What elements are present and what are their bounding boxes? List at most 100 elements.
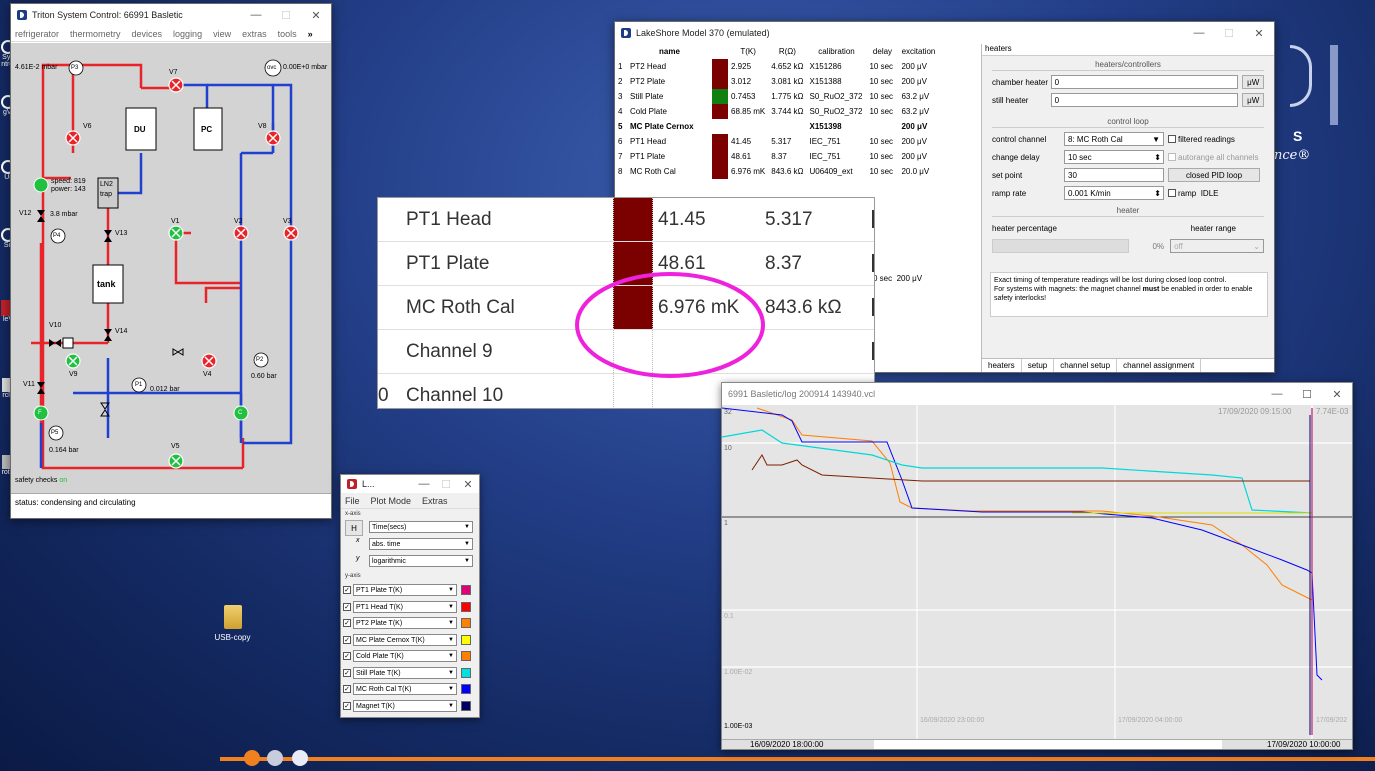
series-select[interactable]: Still Plate T(K) ▼	[353, 666, 457, 679]
x-axis-h-button[interactable]: H	[345, 520, 363, 536]
table-row[interactable]: 8 MC Roth Cal 6.976 mK 843.6 kΩ U06409_ext 10…	[615, 164, 938, 179]
control-channel-select[interactable]: 8: MC Roth Cal ▼	[1064, 132, 1164, 146]
series-color-swatch[interactable]	[461, 618, 471, 628]
series-row[interactable]: ✓ MC Plate Cernox T(K) ▼	[343, 633, 471, 647]
series-color-swatch[interactable]	[461, 651, 471, 661]
series-select[interactable]: PT2 Plate T(K) ▼	[353, 617, 457, 629]
menu-refrigerator[interactable]: refrigerator	[15, 29, 59, 39]
series-checkbox[interactable]: ✓	[343, 619, 351, 627]
y-scale-select[interactable]: logarithmic	[369, 555, 473, 567]
series-row[interactable]: ✓ PT1 Head T(K) ▼	[343, 600, 471, 614]
triton-window[interactable]: Triton System Control: 66991 Basletic — ☐…	[10, 3, 332, 519]
chamber-heater-input[interactable]: 0	[1050, 75, 1239, 89]
series-color-swatch[interactable]	[461, 601, 471, 612]
close-icon[interactable]: ✕	[1244, 27, 1274, 40]
desktop-folder-usb-copy[interactable]: USB-copy	[205, 605, 260, 642]
table-row[interactable]: 1 PT2 Head 2.925 4.652 kΩ X151286 10 sec 200 μ…	[615, 59, 938, 74]
series-color-swatch[interactable]	[461, 634, 471, 645]
tab-channel-setup[interactable]: channel setup	[1054, 359, 1118, 372]
close-icon[interactable]: ✕	[457, 478, 479, 491]
close-icon[interactable]: ✕	[301, 9, 331, 22]
series-checkbox[interactable]: ✓	[343, 685, 351, 693]
menu-thermometry[interactable]: thermometry	[70, 29, 121, 39]
change-delay-spinner[interactable]: 10 sec ⬍	[1064, 150, 1164, 164]
series-select[interactable]: Cold Plate T(K) ▼	[353, 650, 457, 662]
menu-extras[interactable]: Extras	[422, 496, 448, 506]
maximize-icon[interactable]: ☐	[271, 9, 301, 22]
series-row[interactable]: ✓ PT1 Plate T(K) ▼	[343, 583, 471, 597]
plot-area[interactable]: 32 10 1 0.1 1.00E-02 1.00E-03 17/09/2020…	[721, 405, 1352, 739]
scrollbar-thumb[interactable]	[874, 740, 1222, 749]
col-calibration[interactable]: calibration	[806, 44, 866, 59]
table-row[interactable]: 5 MC Plate Cernox X151398 200 μV	[615, 119, 938, 134]
series-color-swatch[interactable]	[461, 700, 471, 711]
col-delay[interactable]: delay	[866, 44, 898, 59]
minimize-icon[interactable]: —	[1262, 388, 1292, 401]
menu-extras[interactable]: extras	[242, 29, 267, 39]
series-row[interactable]: ✓ MC Roth Cal T(K) ▼	[343, 682, 471, 696]
chamber-unit-button[interactable]: μW	[1242, 75, 1264, 89]
series-row[interactable]: ✓ Still Plate T(K) ▼	[343, 666, 471, 680]
series-checkbox[interactable]: ✓	[343, 586, 351, 594]
series-select[interactable]: MC Plate Cernox T(K) ▼	[353, 633, 457, 646]
series-checkbox[interactable]: ✓	[343, 652, 351, 660]
menu-devices[interactable]: devices	[132, 29, 163, 39]
table-row[interactable]: 6 PT1 Head 41.45 5.317 IEC_751 10 sec 200 μV	[615, 134, 938, 149]
series-color-swatch[interactable]	[461, 667, 471, 678]
close-icon[interactable]: ✕	[1322, 388, 1352, 401]
series-row[interactable]: ✓ Cold Plate T(K) ▼	[343, 649, 471, 663]
series-select[interactable]: MC Roth Cal T(K) ▼	[353, 683, 457, 695]
table-row[interactable]: 7 PT1 Plate 48.61 8.37 IEC_751 10 sec 200 μV	[615, 149, 938, 164]
logplot-titlebar[interactable]: 6991 Basletic/log 200914 143940.vcl — ☐ ✕	[722, 383, 1352, 405]
menu-plot-mode[interactable]: Plot Mode	[371, 496, 412, 506]
table-row[interactable]: 4 Cold Plate 68.85 mK 3.744 kΩ S0_RuO2_372 10…	[615, 104, 938, 119]
tab-channel-assignment[interactable]: channel assignment	[1117, 359, 1202, 372]
col-temperature[interactable]: T(K)	[728, 44, 768, 59]
tab-heaters[interactable]: heaters	[982, 359, 1022, 372]
series-select[interactable]: PT1 Plate T(K) ▼	[353, 584, 457, 596]
triton-titlebar[interactable]: Triton System Control: 66991 Basletic — ☐…	[11, 4, 331, 26]
set-point-input[interactable]: 30	[1064, 168, 1164, 182]
x-axis-time-select[interactable]: Time(secs)	[369, 521, 473, 533]
col-name[interactable]: name	[627, 44, 712, 59]
filtered-readings-checkbox[interactable]	[1168, 135, 1176, 143]
plotmode-window[interactable]: L... — ☐ ✕ File Plot Mode Extras x-axis H …	[340, 474, 480, 718]
still-unit-button[interactable]: μW	[1242, 93, 1264, 107]
still-heater-input[interactable]: 0	[1050, 93, 1239, 107]
maximize-icon[interactable]: ☐	[1292, 388, 1322, 401]
col-resistance[interactable]: R(Ω)	[768, 44, 806, 59]
series-checkbox[interactable]: ✓	[343, 635, 351, 644]
series-row[interactable]: ✓ PT2 Plate T(K) ▼	[343, 616, 471, 630]
x-axis-format-select[interactable]: abs. time	[369, 538, 473, 550]
logplot-window[interactable]: 6991 Basletic/log 200914 143940.vcl — ☐ ✕ …	[721, 382, 1353, 750]
series-color-swatch[interactable]	[461, 684, 471, 694]
plotmode-titlebar[interactable]: L... — ☐ ✕	[341, 475, 479, 493]
maximize-icon[interactable]: ☐	[435, 478, 457, 491]
minimize-icon[interactable]: —	[1184, 27, 1214, 40]
minimize-icon[interactable]: —	[241, 9, 271, 22]
col-excitation[interactable]: excitation	[898, 44, 938, 59]
heater-range-select[interactable]: off ⌄	[1170, 239, 1264, 253]
table-row[interactable]: 3 Still Plate 0.7453 1.775 kΩ S0_RuO2_372 10 …	[615, 89, 938, 104]
maximize-icon[interactable]: ☐	[1214, 27, 1244, 40]
lakeshore-titlebar[interactable]: LakeShore Model 370 (emulated) — ☐ ✕	[615, 22, 1274, 44]
series-select[interactable]: PT1 Head T(K) ▼	[353, 600, 457, 613]
series-checkbox[interactable]: ✓	[343, 602, 351, 611]
series-select[interactable]: Magnet T(K) ▼	[353, 699, 457, 712]
menu-logging[interactable]: logging	[173, 29, 202, 39]
series-color-swatch[interactable]	[461, 585, 471, 595]
menu-view[interactable]: view	[213, 29, 231, 39]
time-scrollbar[interactable]: 16/09/2020 18:00:00 17/09/2020 10:00:00	[722, 739, 1352, 749]
series-row[interactable]: ✓ Magnet T(K) ▼	[343, 699, 471, 713]
autorange-checkbox[interactable]	[1168, 153, 1176, 161]
menu-tools[interactable]: tools	[278, 29, 297, 39]
minimize-icon[interactable]: —	[413, 478, 435, 491]
series-checkbox[interactable]: ✓	[343, 701, 351, 710]
ramp-rate-spinner[interactable]: 0.001 K/min ⬍	[1064, 186, 1164, 200]
series-checkbox[interactable]: ✓	[343, 668, 351, 677]
table-row[interactable]: 2 PT2 Plate 3.012 3.081 kΩ X151388 10 sec 200 …	[615, 74, 938, 89]
menu-file[interactable]: File	[345, 496, 360, 506]
ramp-checkbox[interactable]	[1168, 189, 1176, 197]
tab-setup[interactable]: setup	[1022, 359, 1055, 372]
closed-pid-loop-button[interactable]: closed PID loop	[1168, 168, 1260, 182]
